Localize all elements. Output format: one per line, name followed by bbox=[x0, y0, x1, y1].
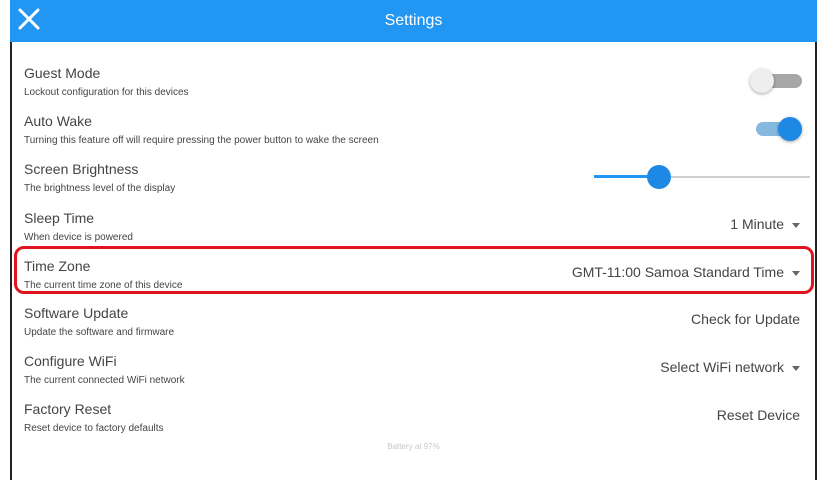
setting-label: Auto Wake bbox=[24, 113, 92, 129]
setting-software-update: Software Update Update the software and … bbox=[24, 305, 808, 345]
chevron-down-icon bbox=[792, 365, 800, 371]
setting-sleep-time: Sleep Time When device is powered 1 Minu… bbox=[24, 210, 808, 250]
dropdown-value: 1 Minute bbox=[730, 216, 784, 232]
setting-label: Sleep Time bbox=[24, 210, 95, 226]
setting-description: Reset device to factory defaults bbox=[24, 423, 164, 434]
setting-guest-mode: Guest Mode Lockout configuration for thi… bbox=[24, 65, 808, 105]
setting-description: The current connected WiFi network bbox=[24, 375, 185, 386]
toggle-knob bbox=[778, 117, 802, 141]
setting-label: Screen Brightness bbox=[24, 161, 139, 177]
check-for-update-button[interactable]: Check for Update bbox=[691, 311, 800, 327]
app-bar: Settings bbox=[10, 0, 817, 42]
setting-label: Configure WiFi bbox=[24, 353, 117, 369]
setting-description: When device is powered bbox=[24, 232, 133, 243]
setting-factory-reset: Factory Reset Reset device to factory de… bbox=[24, 401, 808, 441]
setting-label: Software Update bbox=[24, 305, 129, 321]
brightness-slider[interactable] bbox=[594, 163, 810, 191]
wifi-network-dropdown[interactable]: Select WiFi network bbox=[660, 359, 800, 375]
setting-description: Turning this feature off will require pr… bbox=[24, 135, 379, 146]
toggle-knob bbox=[750, 69, 774, 93]
setting-auto-wake: Auto Wake Turning this feature off will … bbox=[24, 113, 808, 153]
dropdown-value: Select WiFi network bbox=[660, 359, 784, 375]
setting-screen-brightness: Screen Brightness The brightness level o… bbox=[24, 161, 810, 201]
setting-description: Lockout configuration for this devices bbox=[24, 87, 189, 98]
auto-wake-toggle[interactable] bbox=[750, 115, 802, 141]
page-title: Settings bbox=[384, 12, 443, 29]
sleep-time-dropdown[interactable]: 1 Minute bbox=[730, 216, 800, 232]
reset-device-button[interactable]: Reset Device bbox=[717, 407, 800, 423]
setting-label: Guest Mode bbox=[24, 65, 101, 81]
slider-thumb[interactable] bbox=[647, 165, 671, 189]
setting-description: Update the software and firmware bbox=[24, 327, 175, 338]
setting-configure-wifi: Configure WiFi The current connected WiF… bbox=[24, 353, 808, 393]
setting-label: Factory Reset bbox=[24, 401, 112, 417]
guest-mode-toggle[interactable] bbox=[750, 67, 802, 93]
battery-status: Battery at 97% bbox=[387, 442, 440, 451]
time-zone-highlight bbox=[14, 246, 814, 294]
chevron-down-icon bbox=[792, 222, 800, 228]
setting-description: The brightness level of the display bbox=[24, 183, 176, 194]
